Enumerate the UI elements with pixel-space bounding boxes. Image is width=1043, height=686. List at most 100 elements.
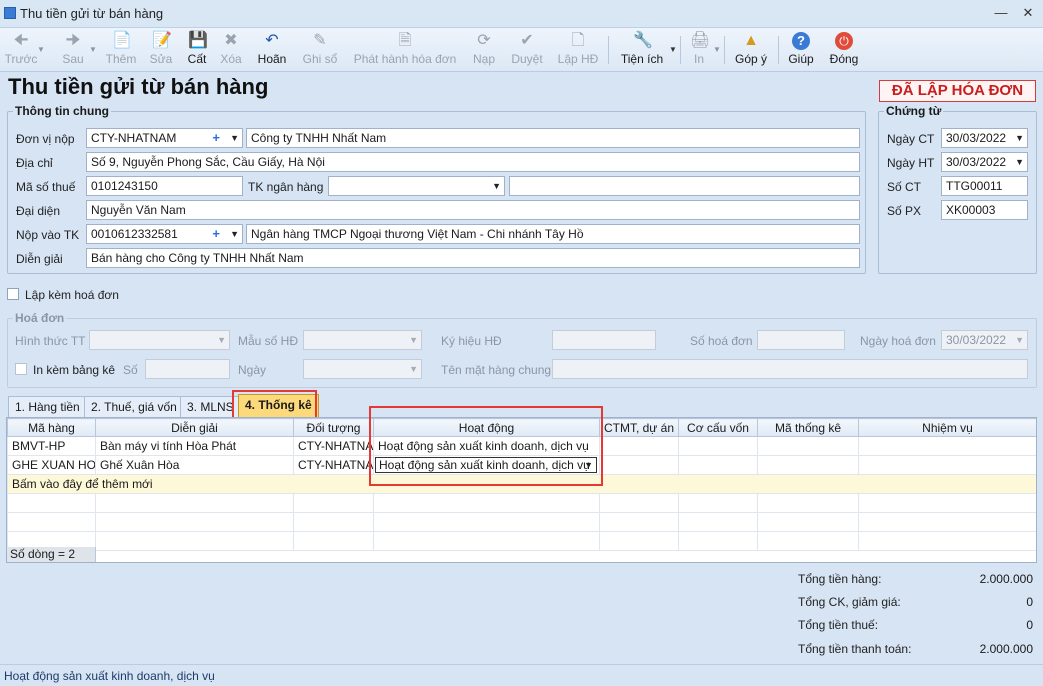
minimize-icon[interactable]: —	[991, 4, 1011, 22]
close-button[interactable]: ⏻ Đóng	[826, 30, 862, 70]
table-cell[interactable]	[599, 436, 679, 456]
total-tax-value: 0	[1026, 618, 1033, 632]
table-cell[interactable]	[757, 455, 859, 475]
pencil-icon: ✎	[313, 32, 327, 49]
create-invoice-button[interactable]: 🗋 Lập HĐ	[556, 30, 600, 70]
table-cell[interactable]	[757, 436, 859, 456]
approve-button[interactable]: ✔ Duyệt	[508, 30, 546, 70]
chevron-down-icon[interactable]: ▼	[89, 45, 97, 54]
document-plus-icon: 🗋	[571, 32, 585, 49]
document-add-icon: 📄	[112, 32, 132, 49]
prev-button[interactable]: 🠈 Trước	[4, 30, 38, 70]
voucher-date-picker[interactable]: 30/03/2022 ▼	[941, 128, 1028, 148]
payer-code-combo[interactable]: CTY-NHATNAM + ▼	[86, 128, 243, 148]
representative-field[interactable]: Nguyễn Văn Nam	[86, 200, 860, 220]
table-cell[interactable]: Ghế Xuân Hòa	[95, 455, 294, 475]
chevron-down-icon[interactable]: ▼	[230, 129, 239, 147]
feedback-icon: ▲	[743, 32, 759, 49]
column-header[interactable]: CTMT, dự án	[599, 418, 679, 437]
general-info-legend: Thông tin chung	[13, 104, 111, 118]
invoice-symbol-label: Ký hiệu HĐ	[441, 334, 502, 348]
issue-invoice-button[interactable]: 🗎 Phát hành hóa đơn	[352, 30, 458, 70]
table-cell[interactable]: CTY-NHATNAM	[293, 455, 374, 475]
bank-account-combo[interactable]: ▼	[328, 176, 505, 196]
deposit-account-label: Nộp vào TK	[16, 228, 80, 242]
chevron-down-icon[interactable]: ▼	[669, 45, 677, 54]
chevron-down-icon[interactable]: ▼	[217, 331, 226, 349]
print-list-checkbox[interactable]	[15, 363, 27, 375]
power-icon: ⏻	[835, 32, 853, 50]
tab-goods-money[interactable]: 1. Hàng tiền	[8, 396, 87, 418]
deposit-account-combo[interactable]: 0010612332581 + ▼	[86, 224, 243, 244]
utilities-button[interactable]: 🔧 Tiện ích	[618, 30, 666, 70]
table-cell[interactable]: CTY-NHATNAM	[293, 436, 374, 456]
chevron-down-icon[interactable]: ▼	[1015, 129, 1024, 147]
invoice-symbol-field[interactable]	[552, 330, 656, 350]
export-number-field[interactable]: XK00003	[941, 200, 1028, 220]
column-header[interactable]: Mã thống kê	[757, 418, 859, 437]
toolbar: 🠈 Trước ▼ 🠊 Sau ▼ 📄 Thêm 📝 Sửa 💾 Cất ✖ X…	[0, 28, 1043, 72]
save-button[interactable]: 💾 Cất	[180, 30, 214, 70]
undo-button[interactable]: ↶ Hoãn	[254, 30, 290, 70]
tax-code-field[interactable]: 0101243150	[86, 176, 243, 196]
posting-date-picker[interactable]: 30/03/2022 ▼	[941, 152, 1028, 172]
list-date-label: Ngày	[238, 363, 267, 377]
chevron-down-icon[interactable]: ▼	[409, 331, 418, 349]
list-date-picker[interactable]: ▼	[303, 359, 422, 379]
column-header[interactable]: Mã hàng	[7, 418, 96, 437]
title-bar: Thu tiền gửi từ bán hàng — ✕	[0, 0, 1043, 28]
print-button[interactable]: 🖨 In	[686, 30, 712, 70]
list-number-field[interactable]	[145, 359, 230, 379]
table-cell[interactable]	[858, 455, 1036, 475]
invoice-template-label: Mẫu số HĐ	[238, 334, 299, 348]
add-icon[interactable]: +	[212, 129, 220, 147]
voucher-number-field[interactable]: TTG00011	[941, 176, 1028, 196]
add-button[interactable]: 📄 Thêm	[104, 30, 138, 70]
table-cell[interactable]: GHE XUAN HOA	[7, 455, 96, 475]
address-field[interactable]: Số 9, Nguyễn Phong Sắc, Cầu Giấy, Hà Nội	[86, 152, 860, 172]
window-close-icon[interactable]: ✕	[1018, 4, 1038, 22]
invoice-template-combo[interactable]: ▼	[303, 330, 422, 350]
delete-button[interactable]: ✖ Xóa	[214, 30, 248, 70]
load-button[interactable]: ⟳ Nạp	[468, 30, 500, 70]
description-field[interactable]: Bán hàng cho Công ty TNHH Nhất Nam	[86, 248, 860, 268]
table-cell[interactable]: BMVT-HP	[7, 436, 96, 456]
invoice-number-field[interactable]	[757, 330, 845, 350]
column-header[interactable]: Cơ cấu vốn	[678, 418, 758, 437]
chevron-down-icon[interactable]: ▼	[1015, 153, 1024, 171]
table-row	[7, 493, 1036, 513]
chevron-down-icon[interactable]: ▼	[492, 177, 501, 195]
attach-invoice-checkbox[interactable]	[7, 288, 19, 300]
printer-icon: 🖨	[690, 32, 711, 49]
table-cell[interactable]: Bàn máy vi tính Hòa Phát	[95, 436, 294, 456]
representative-label: Đại diện	[16, 204, 61, 218]
table-cell[interactable]	[678, 455, 758, 475]
tab-tax-cost[interactable]: 2. Thuế, giá vốn	[84, 396, 184, 418]
column-header[interactable]: Nhiệm vụ	[858, 418, 1036, 437]
invoice-date-picker[interactable]: 30/03/2022 ▼	[941, 330, 1028, 350]
table-cell[interactable]	[678, 436, 758, 456]
chevron-down-icon[interactable]: ▼	[409, 360, 418, 378]
table-cell[interactable]	[858, 436, 1036, 456]
add-icon[interactable]: +	[212, 225, 220, 243]
arrow-right-icon: 🠊	[65, 32, 81, 49]
activity-column-highlight-box	[369, 406, 603, 486]
chevron-down-icon[interactable]: ▼	[230, 225, 239, 243]
edit-button[interactable]: 📝 Sửa	[144, 30, 178, 70]
item-name-field[interactable]	[552, 359, 1028, 379]
chevron-down-icon[interactable]: ▼	[713, 45, 721, 54]
bank-name-field[interactable]	[509, 176, 860, 196]
table-cell[interactable]	[599, 455, 679, 475]
feedback-button[interactable]: ▲ Góp ý	[732, 30, 770, 70]
column-header[interactable]: Đối tượng	[293, 418, 374, 437]
payment-method-combo[interactable]: ▼	[89, 330, 230, 350]
bank-account-label: TK ngân hàng	[248, 180, 324, 194]
chevron-down-icon[interactable]: ▼	[37, 45, 45, 54]
payer-name-field[interactable]: Công ty TNHH Nhất Nam	[246, 128, 860, 148]
deposit-bank-field[interactable]: Ngân hàng TMCP Ngoại thương Việt Nam - C…	[246, 224, 860, 244]
chevron-down-icon[interactable]: ▼	[1015, 331, 1024, 349]
next-button[interactable]: 🠊 Sau	[56, 30, 90, 70]
help-button[interactable]: ? Giúp	[784, 30, 818, 70]
column-header[interactable]: Diễn giải	[95, 418, 294, 437]
post-button[interactable]: ✎ Ghi sổ	[300, 30, 340, 70]
